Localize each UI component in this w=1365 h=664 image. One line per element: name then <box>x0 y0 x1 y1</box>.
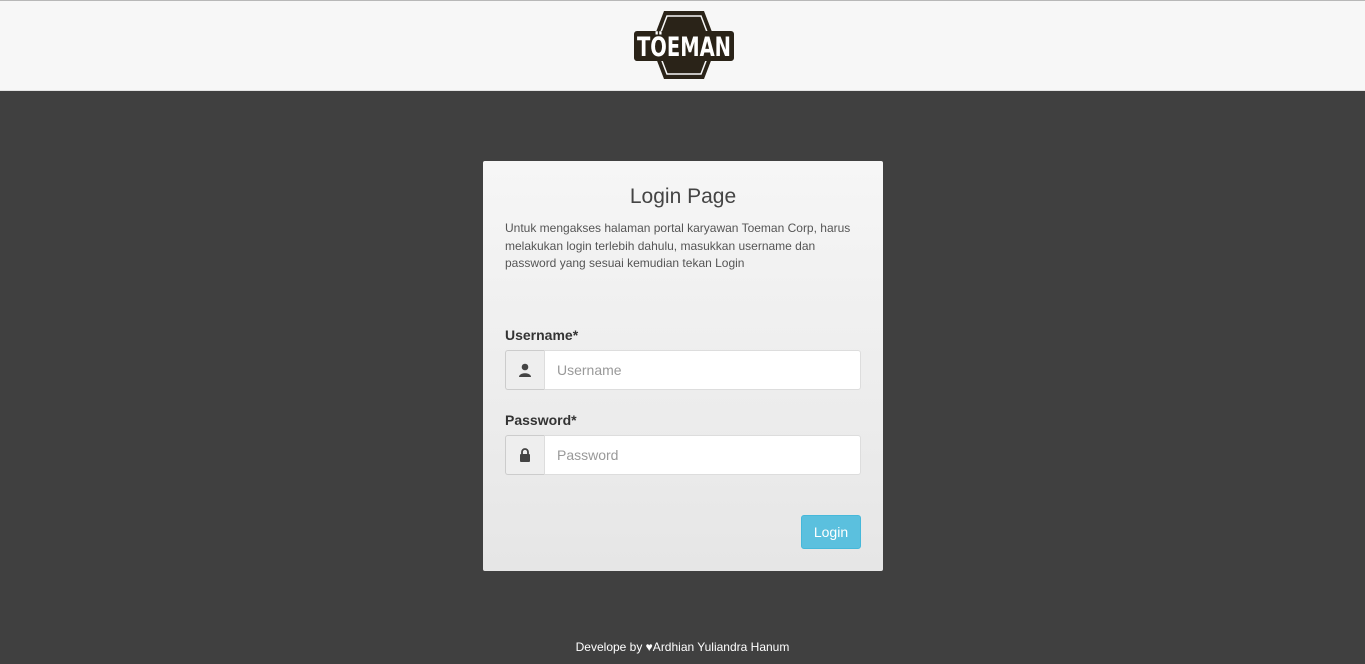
login-card: Login Page Untuk mengakses halaman porta… <box>483 161 883 571</box>
username-label: Username* <box>505 327 579 343</box>
lock-icon <box>505 435 544 475</box>
login-description: Untuk mengakses halaman portal karyawan … <box>505 221 851 270</box>
svg-text:TÖEMAN: TÖEMAN <box>637 30 731 63</box>
footer-credit: Develope by ♥Ardhian Yuliandra Hanum <box>575 640 790 654</box>
toeman-logo: TÖEMAN <box>634 11 734 79</box>
username-input-group <box>505 350 861 390</box>
login-button[interactable]: Login <box>801 515 861 549</box>
password-input-group <box>505 435 861 475</box>
user-icon <box>505 350 544 390</box>
password-label: Password* <box>505 412 577 428</box>
password-input[interactable] <box>544 435 861 475</box>
username-input[interactable] <box>544 350 861 390</box>
login-title: Login Page <box>629 185 737 208</box>
top-header: TÖEMAN <box>0 0 1365 91</box>
